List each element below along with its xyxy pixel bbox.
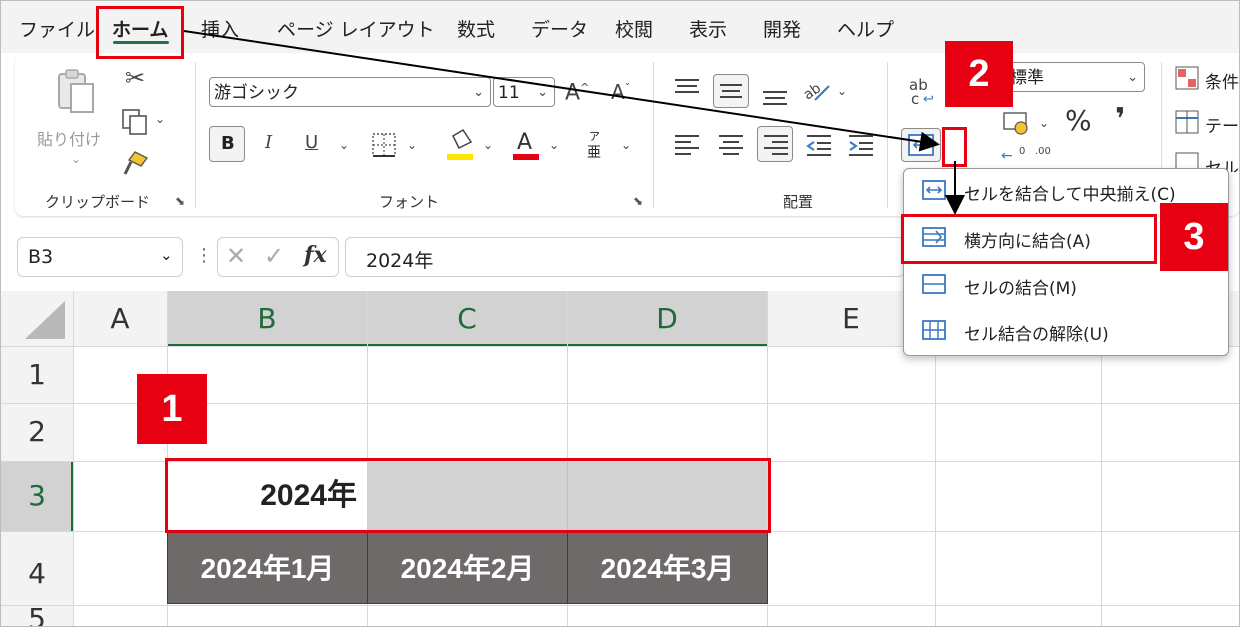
arrow-annotations — [183, 30, 965, 215]
excel-window: ファイル ホーム 挿入 ページ レイアウト 数式 データ 校閲 表示 開発 ヘル… — [0, 0, 1240, 627]
arrow-to-merge-dropdown — [183, 30, 940, 152]
callout-step-1: 1 — [137, 374, 207, 444]
callout-step-2: 2 — [945, 41, 1013, 107]
callout-step-3: 3 — [1160, 203, 1228, 271]
